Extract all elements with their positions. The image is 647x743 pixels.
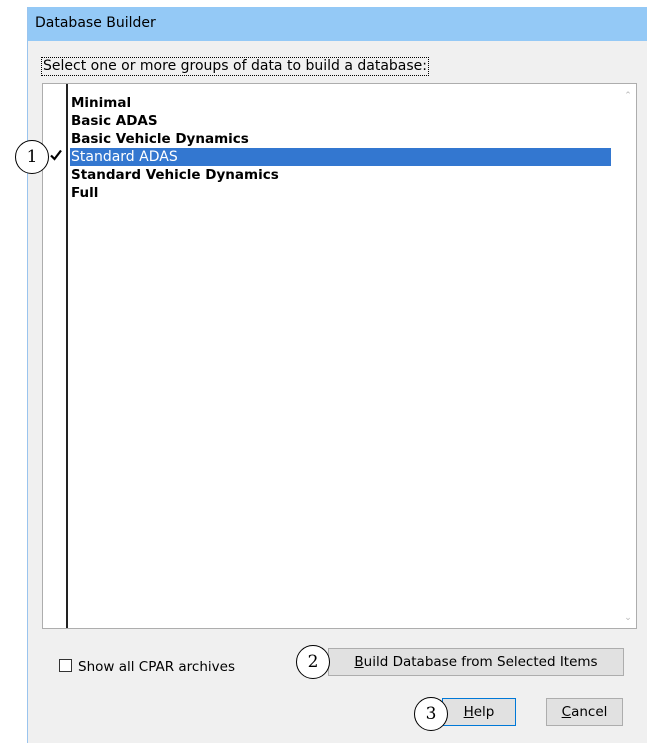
list-item-label: Basic Vehicle Dynamics xyxy=(71,131,249,147)
list-item-label: Standard Vehicle Dynamics xyxy=(71,167,279,183)
button-label: ancel xyxy=(571,704,608,720)
data-groups-listbox[interactable]: Minimal Basic ADAS Basic Vehicle Dynamic… xyxy=(42,83,637,629)
scroll-down-arrow-icon[interactable]: ⌄ xyxy=(622,612,634,624)
list-item-label: Basic ADAS xyxy=(71,113,158,129)
checkbox-label: Show all CPAR archives xyxy=(78,659,235,675)
checkbox-box[interactable] xyxy=(59,659,72,672)
list-item-label: Standard ADAS xyxy=(71,149,178,165)
check-gutter-divider xyxy=(66,84,68,628)
callout-marker-3: 3 xyxy=(414,697,448,731)
callout-marker-1: 1 xyxy=(15,140,49,174)
window-title: Database Builder xyxy=(35,15,156,31)
list-item-standard-vehicle-dynamics[interactable]: Standard Vehicle Dynamics xyxy=(70,166,279,184)
list-item-full[interactable]: Full xyxy=(70,184,98,202)
list-item-basic-adas[interactable]: Basic ADAS xyxy=(70,112,158,130)
title-bar: Database Builder xyxy=(28,7,647,41)
list-item-label: Minimal xyxy=(71,95,132,111)
access-key: B xyxy=(354,654,364,670)
button-label: elp xyxy=(473,704,495,720)
access-key: H xyxy=(463,704,474,720)
build-database-button[interactable]: Build Database from Selected Items xyxy=(328,648,624,676)
list-item-standard-adas[interactable]: Standard ADAS xyxy=(70,148,611,166)
help-button[interactable]: Help xyxy=(442,698,516,726)
cancel-button[interactable]: Cancel xyxy=(546,698,623,726)
scroll-up-arrow-icon[interactable]: ⌃ xyxy=(622,90,634,102)
access-key: C xyxy=(561,704,572,720)
checkmark-icon xyxy=(50,149,62,161)
list-item-basic-vehicle-dynamics[interactable]: Basic Vehicle Dynamics xyxy=(70,130,249,148)
button-label: uild Database from Selected Items xyxy=(363,654,598,670)
show-all-cpar-checkbox[interactable]: Show all CPAR archives xyxy=(59,658,235,676)
list-item-minimal[interactable]: Minimal xyxy=(70,94,131,112)
instruction-label: Select one or more groups of data to bui… xyxy=(41,57,429,76)
database-builder-dialog: Database Builder Select one or more grou… xyxy=(27,7,647,743)
list-item-label: Full xyxy=(71,185,99,201)
callout-marker-2: 2 xyxy=(296,645,330,679)
